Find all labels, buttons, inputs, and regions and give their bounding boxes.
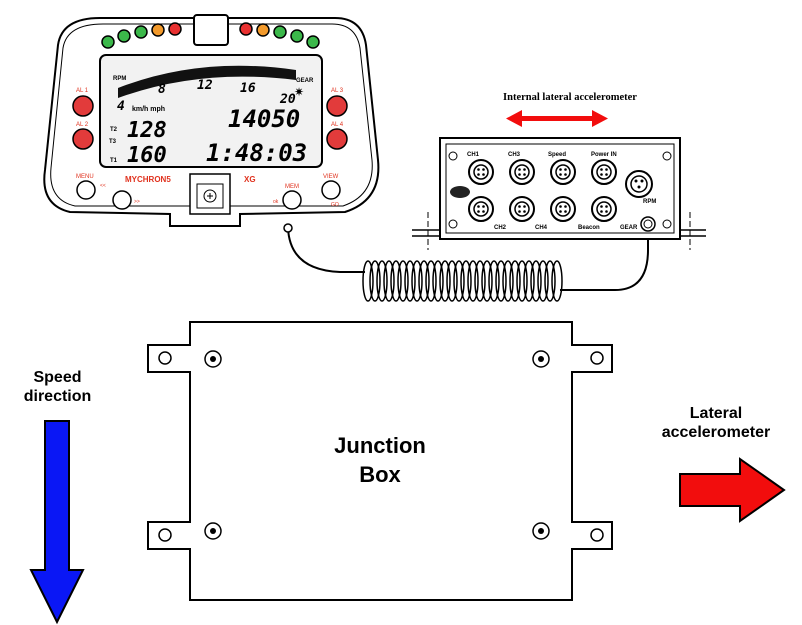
lateral-accelerometer-label: Lateral accelerometer xyxy=(630,404,802,442)
coiled-cable xyxy=(362,260,563,302)
speed-direction-line1: Speed xyxy=(33,369,82,386)
gear-label: GEAR xyxy=(296,78,314,84)
connector-port xyxy=(550,196,576,222)
lateral-accelerometer-arrow xyxy=(679,457,786,523)
al2-label: AL 2 xyxy=(76,122,89,128)
model-label: XG xyxy=(244,175,256,184)
speed-direction-arrow xyxy=(29,420,85,625)
mem-button[interactable] xyxy=(282,190,302,210)
port-label-rpm: RPM xyxy=(643,199,656,205)
t1-label: T1 xyxy=(110,158,118,164)
al2-button[interactable] xyxy=(72,128,94,150)
t2-label: T2 xyxy=(110,127,118,133)
speed-direction-line2: direction xyxy=(23,388,92,406)
mem-sub-label: ok xyxy=(273,199,279,205)
view-sub-label: GO xyxy=(331,202,339,208)
rpm-label: RPM xyxy=(113,76,126,82)
lateral-double-arrow xyxy=(506,110,608,127)
rpm-scale-12: 12 xyxy=(197,78,213,93)
cable-left xyxy=(287,227,365,273)
rpm-scale-4: 4 xyxy=(117,99,125,114)
port-label-speed: Speed xyxy=(548,152,566,158)
connector-port xyxy=(550,159,576,185)
view-button[interactable] xyxy=(321,180,341,200)
rpm-scale-16: 16 xyxy=(240,81,256,96)
lateral-accelerometer-line1: Lateral xyxy=(689,405,743,422)
al1-button[interactable] xyxy=(72,95,94,117)
junction-box-line1: Junction xyxy=(334,433,426,458)
prev-button[interactable] xyxy=(112,190,132,210)
connector-port xyxy=(468,159,494,185)
port-label-ch3: CH3 xyxy=(508,152,521,158)
laptime-value: 1:48:03 xyxy=(206,139,307,167)
connector-port xyxy=(509,196,535,222)
mem-label: MEM xyxy=(285,184,299,190)
rpm-value: 14050 xyxy=(228,105,300,133)
aim-logo xyxy=(450,186,470,198)
expansion-title: Internal lateral accelerometer xyxy=(503,92,637,103)
port-label-ch2: CH2 xyxy=(494,225,507,231)
lateral-accelerometer-line2: accelerometer xyxy=(661,424,771,442)
connector-port xyxy=(509,159,535,185)
al3-label: AL 3 xyxy=(331,88,344,94)
units-label: km/h mph xyxy=(132,106,165,113)
dashboard-diagram: 4 8 12 16 20 RPM GEAR ✷ km/h mph T2 T3 T… xyxy=(29,14,786,625)
t3-label: T3 xyxy=(109,139,117,145)
al1-label: AL 1 xyxy=(76,88,89,94)
t3-value: 160 xyxy=(127,143,167,168)
port-label-gear: GEAR xyxy=(620,225,638,231)
menu-sub-label: << xyxy=(100,183,106,189)
cable-coil-loop xyxy=(551,260,563,302)
brand-label: MYCHRON5 xyxy=(125,175,171,184)
port-label-ch1: CH1 xyxy=(467,152,480,158)
port-label-beacon: Beacon xyxy=(578,225,600,231)
view-label: VIEW xyxy=(323,174,339,180)
connector-port xyxy=(591,196,617,222)
port-label-power: Power IN xyxy=(591,152,617,158)
prev-sub-label: >> xyxy=(134,199,140,205)
al4-button[interactable] xyxy=(326,128,348,150)
al3-button[interactable] xyxy=(326,95,348,117)
junction-box-label: Junction Box xyxy=(290,432,470,489)
sun-icon: ✷ xyxy=(294,85,304,99)
menu-button[interactable] xyxy=(76,180,96,200)
rpm-scale-8: 8 xyxy=(158,82,166,97)
connector-port xyxy=(591,159,617,185)
port-label-ch4: CH4 xyxy=(535,225,548,231)
connector-port xyxy=(468,196,494,222)
al4-label: AL 4 xyxy=(331,122,344,128)
menu-label: MENU xyxy=(76,174,94,180)
cable-right xyxy=(560,232,649,291)
junction-box-line2: Box xyxy=(359,461,401,487)
speed-value: 128 xyxy=(127,118,167,143)
speed-direction-label: Speed direction xyxy=(0,368,115,406)
